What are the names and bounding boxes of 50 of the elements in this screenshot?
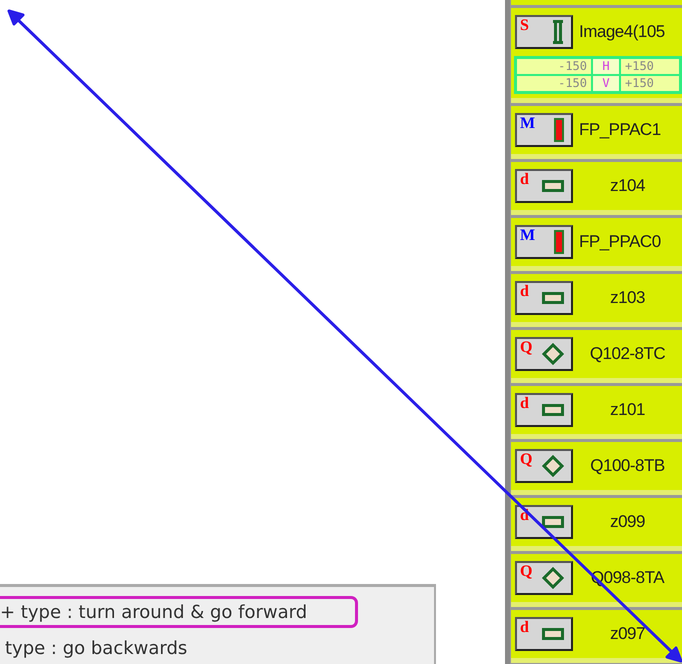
element-name: z101 [609,400,646,420]
table-cell: +150 [620,75,680,92]
element-name: FP_PPAC0 [578,232,662,252]
type-letter: d [520,284,529,300]
element-name: FP_PPAC1 [578,120,662,140]
diamond-icon [542,455,564,477]
type-letter: M [520,228,536,244]
element-name: z099 [609,512,646,532]
diamond-icon [542,567,564,589]
type-letter: Q [520,340,532,356]
type-letter: d [520,172,529,188]
rectangle-icon [542,180,564,192]
type-letter: d [520,396,529,412]
element-row[interactable]: S Image4(105 -150 H +150 -150 V +150 [511,8,682,103]
type-letter: d [520,620,529,636]
rectangle-icon [542,628,564,640]
element-button[interactable]: M [515,113,573,147]
rectangle-icon [542,404,564,416]
element-row[interactable]: M FP_PPAC0 [511,218,682,271]
type-letter: M [520,116,536,132]
element-button[interactable]: M [515,225,573,259]
legend-text: type : go backwards [4,636,188,660]
element-row[interactable]: Q Q100-8TB [511,442,682,495]
table-cell: -150 [516,75,592,92]
table-cell: V [592,75,620,92]
element-row[interactable]: d z101 [511,386,682,439]
element-name: z104 [609,176,646,196]
highlighted-legend-text: + type : turn around & go forward [0,596,358,628]
element-name: z097 [609,624,646,644]
bar-icon [554,230,564,254]
element-row[interactable]: Q Q102-8TC [511,330,682,383]
rectangle-icon [542,516,564,528]
element-name: Q100-8TB [589,456,666,476]
type-letter: Q [520,452,532,468]
table-cell: H [592,58,620,75]
type-letter: S [520,18,529,34]
type-letter: Q [520,564,532,580]
element-row[interactable]: d z104 [511,162,682,215]
table-cell: +150 [620,58,680,75]
element-row[interactable]: d z103 [511,274,682,327]
element-name: z103 [609,288,646,308]
bar-icon [554,118,564,142]
element-name: Q102-8TC [588,344,666,364]
diamond-icon [542,343,564,365]
rectangle-icon [542,292,564,304]
element-row[interactable]: d z097 [511,610,682,663]
element-name: Image4(105 [578,22,666,42]
element-row[interactable]: M FP_PPAC1 [511,106,682,159]
table-cell: -150 [516,58,592,75]
double-bar-icon [552,20,564,44]
